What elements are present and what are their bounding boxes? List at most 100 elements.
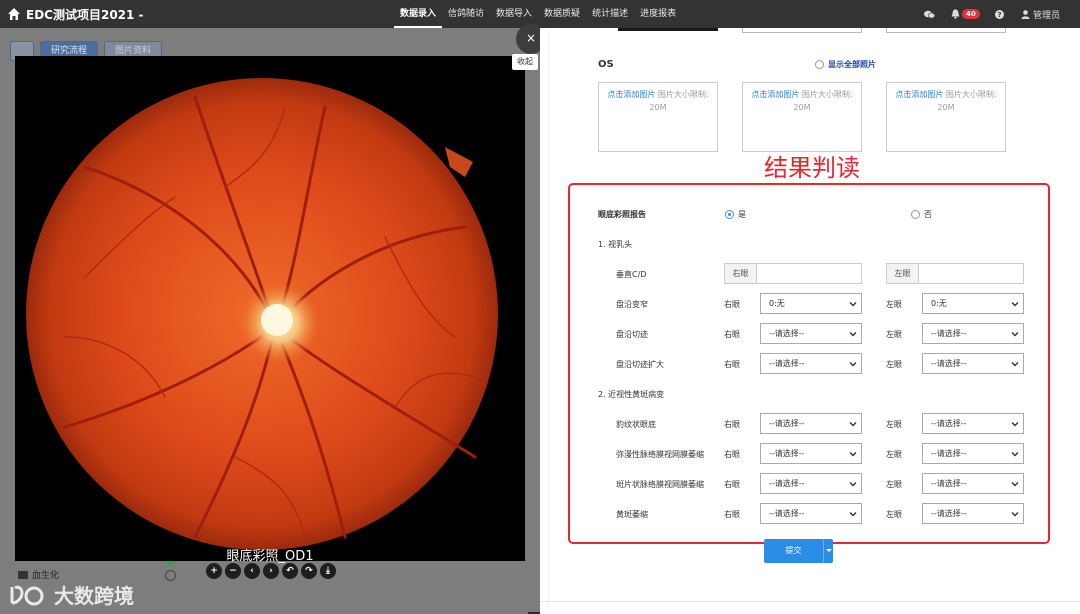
patchy-atrophy-right-select[interactable]: --请选择-- <box>760 473 862 494</box>
rotate-right-button[interactable]: ↷ <box>301 563 317 579</box>
select-value: --请选择-- <box>931 419 967 428</box>
chevron-down-icon <box>849 332 857 337</box>
svg-text:?: ? <box>997 11 1001 19</box>
show-all-photos-toggle[interactable]: 显示全部照片 <box>815 59 876 70</box>
select-value: --请选择-- <box>931 479 967 488</box>
nav-data-entry[interactable]: 数据录入 <box>394 0 443 28</box>
list-icon <box>18 570 28 579</box>
zoom-out-button[interactable]: − <box>225 563 241 579</box>
select-value: 0:无 <box>769 299 785 308</box>
app-brand[interactable]: EDC测试项目2021 - <box>7 6 144 22</box>
chevron-down-icon <box>1011 362 1019 367</box>
chevron-down-icon <box>1011 302 1019 307</box>
right-eye-label: 右眼 <box>724 480 740 489</box>
macular-atrophy-right-select[interactable]: --请选择-- <box>760 503 862 524</box>
right-eye-label: 右眼 <box>724 450 740 459</box>
os-upload-box-2[interactable]: 点击添加图片 图片大小限制: 20M <box>742 82 862 152</box>
report-label: 眼底彩照报告 <box>598 210 646 219</box>
rim-narrowing-left-select[interactable]: 0:无 <box>922 293 1024 314</box>
field-label-diffuse-atrophy: 弥漫性脉络膜视网膜萎缩 <box>616 450 704 459</box>
report-no-radio[interactable] <box>911 210 920 219</box>
chevron-down-icon <box>849 452 857 457</box>
top-navbar: EDC测试项目2021 - 数据录入 信鸽随访 数据导入 数据质疑 统计描述 进… <box>0 0 1080 28</box>
right-eye-label: 右眼 <box>724 420 740 429</box>
user-name: 管理员 <box>1033 10 1061 21</box>
collapse-button[interactable]: 收起 <box>512 54 538 70</box>
patchy-atrophy-left-select[interactable]: --请选择-- <box>922 473 1024 494</box>
help-button[interactable]: ? <box>995 0 1004 28</box>
show-all-radio[interactable] <box>815 60 824 69</box>
vertical-cd-left-field[interactable] <box>919 264 1023 283</box>
os-upload-box-3[interactable]: 点击添加图片 图片大小限制: 20M <box>886 82 1006 152</box>
upload-hint: 图片大小限制: 20M <box>649 90 709 112</box>
rotate-left-button[interactable]: ↶ <box>282 563 298 579</box>
vertical-cd-right-input[interactable]: 右眼 <box>724 263 862 284</box>
rim-notch-enlarged-left-select[interactable]: --请选择-- <box>922 353 1024 374</box>
image-viewer <box>15 56 525 561</box>
help-icon: ? <box>995 9 1004 19</box>
diffuse-atrophy-left-select[interactable]: --请选择-- <box>922 443 1024 464</box>
chevron-down-icon <box>849 302 857 307</box>
upload-link[interactable]: 点击添加图片 <box>895 90 943 99</box>
vertical-cd-left-input[interactable]: 左眼 <box>886 263 1024 284</box>
user-menu[interactable]: 管理员 <box>1021 0 1060 28</box>
left-eye-addon: 左眼 <box>887 264 919 283</box>
field-label-patchy-atrophy: 斑片状脉络膜视网膜萎缩 <box>616 480 704 489</box>
macular-atrophy-left-select[interactable]: --请选择-- <box>922 503 1024 524</box>
nav-pigeon-followup[interactable]: 信鸽随访 <box>442 0 490 28</box>
vertical-cd-right-field[interactable] <box>757 264 861 283</box>
upload-link[interactable]: 点击添加图片 <box>607 90 655 99</box>
submit-dropdown-toggle[interactable] <box>823 539 833 563</box>
image-caption: 眼底彩照_OD1 <box>226 549 314 564</box>
tessellated-left-select[interactable]: --请选择-- <box>922 413 1024 434</box>
right-eye-label: 右眼 <box>724 300 740 309</box>
main-nav: 数据录入 信鸽随访 数据导入 数据质疑 统计描述 进度报表 <box>394 0 682 28</box>
tessellated-right-select[interactable]: --请选择-- <box>760 413 862 434</box>
od-upload-box-2[interactable] <box>742 28 862 33</box>
od-image-thumbnail[interactable] <box>618 28 718 31</box>
report-yes-option[interactable]: 是 <box>725 209 746 220</box>
download-button[interactable]: ⤓ <box>320 563 336 579</box>
nav-statistics[interactable]: 统计描述 <box>586 0 634 28</box>
report-yes-label: 是 <box>738 210 746 219</box>
upload-hint: 图片大小限制: 20M <box>937 90 997 112</box>
report-yes-radio[interactable] <box>725 210 734 219</box>
report-no-option[interactable]: 否 <box>911 209 932 220</box>
chevron-down-icon <box>1011 452 1019 457</box>
left-eye-label: 左眼 <box>886 510 902 519</box>
zoom-in-button[interactable]: + <box>206 563 222 579</box>
nav-progress-report[interactable]: 进度报表 <box>634 0 682 28</box>
submit-button[interactable]: 提交 <box>764 539 833 563</box>
prev-image-button[interactable]: ‹ <box>244 563 260 579</box>
select-value: --请选择-- <box>769 419 805 428</box>
chat-button[interactable] <box>924 0 935 28</box>
watermark-logo-icon <box>10 585 44 605</box>
notification-badge: 40 <box>962 9 980 19</box>
right-eye-label: 右眼 <box>724 330 740 339</box>
chevron-down-icon <box>1011 482 1019 487</box>
left-eye-label: 左眼 <box>886 360 902 369</box>
upload-link[interactable]: 点击添加图片 <box>751 90 799 99</box>
chevron-down-icon <box>849 512 857 517</box>
nav-data-query[interactable]: 数据质疑 <box>538 0 586 28</box>
rim-narrowing-right-select[interactable]: 0:无 <box>760 293 862 314</box>
rim-notch-right-select[interactable]: --请选择-- <box>760 323 862 344</box>
edit-icon[interactable] <box>165 570 176 581</box>
chevron-down-icon <box>1011 512 1019 517</box>
diffuse-atrophy-right-select[interactable]: --请选择-- <box>760 443 862 464</box>
rim-notch-enlarged-right-select[interactable]: --请选择-- <box>760 353 862 374</box>
field-label-vertical-cd: 垂直C/D <box>616 270 647 279</box>
rim-notch-left-select[interactable]: --请选择-- <box>922 323 1024 344</box>
field-label-rim-narrowing: 盘沿变窄 <box>616 300 648 309</box>
watermark: 大数跨境 <box>8 580 134 609</box>
select-value: 0:无 <box>931 299 947 308</box>
notification-button[interactable]: 40 <box>951 0 980 28</box>
chevron-down-icon <box>849 482 857 487</box>
od-upload-box-3[interactable] <box>886 28 1006 33</box>
next-image-button[interactable]: › <box>263 563 279 579</box>
field-label-macular-atrophy: 黄斑萎缩 <box>616 510 648 519</box>
chevron-down-icon <box>849 422 857 427</box>
select-value: --请选择-- <box>931 329 967 338</box>
os-section-label: OS <box>598 59 614 70</box>
os-upload-box-1[interactable]: 点击添加图片 图片大小限制: 20M <box>598 82 718 152</box>
